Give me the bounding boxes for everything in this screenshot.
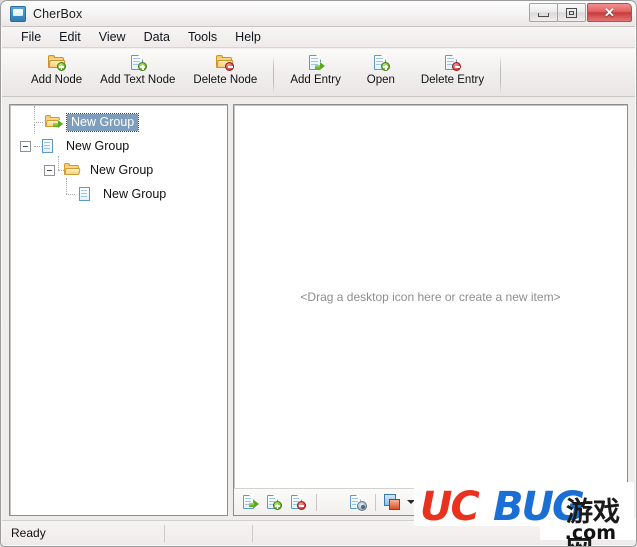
open-folder-button[interactable] xyxy=(322,492,344,513)
resize-grip[interactable] xyxy=(620,530,632,542)
add-entry-button[interactable]: Add Entry xyxy=(281,53,350,86)
document-arrow-icon xyxy=(242,494,259,510)
menu-data[interactable]: Data xyxy=(135,28,179,46)
maximize-button[interactable] xyxy=(557,3,586,22)
delete-entry-label: Delete Entry xyxy=(420,74,485,86)
folder-delete-icon xyxy=(216,54,235,71)
document-icon xyxy=(40,138,57,154)
add-entry-label: Add Entry xyxy=(290,74,341,86)
list-view-button[interactable] xyxy=(416,492,438,513)
entry-panel[interactable]: <Drag a desktop icon here or create a ne… xyxy=(233,104,628,516)
add-text-node-button[interactable]: Add Text Node xyxy=(91,53,184,86)
menu-help[interactable]: Help xyxy=(226,28,270,46)
document-add-icon xyxy=(266,494,283,510)
tree-node-label: New Group xyxy=(90,162,154,177)
add-node-button[interactable]: Add Node xyxy=(22,53,91,86)
window-stack-icon xyxy=(383,494,401,510)
open-label: Open xyxy=(366,74,395,86)
monitor-icon xyxy=(10,5,26,22)
delete-node-label: Delete Node xyxy=(193,74,258,86)
maximize-icon xyxy=(566,7,577,18)
folder-open-icon xyxy=(325,494,342,510)
chevron-down-icon xyxy=(406,500,415,504)
document-arrow-icon xyxy=(307,54,325,71)
entry-toolbar-separator-2 xyxy=(375,493,376,511)
toolbar-separator-1 xyxy=(273,55,275,94)
toolbar-separator-2 xyxy=(500,55,502,94)
status-message: Ready xyxy=(5,524,165,542)
tree-node-label: New Group xyxy=(66,138,130,153)
tree-node-2[interactable]: New Group xyxy=(10,156,227,182)
minimize-icon xyxy=(538,13,549,17)
add-text-node-label: Add Text Node xyxy=(100,74,176,86)
delete-node-button[interactable]: Delete Node xyxy=(184,53,266,86)
add-entry-button[interactable] xyxy=(239,492,261,513)
close-button[interactable]: ✕ xyxy=(587,3,632,22)
close-icon: ✕ xyxy=(604,5,615,20)
tree-node-label: New Group xyxy=(103,186,167,201)
menu-tools[interactable]: Tools xyxy=(179,28,226,46)
list-view-icon xyxy=(419,494,436,510)
window-controls: ✕ xyxy=(529,3,632,22)
entry-toolbar xyxy=(234,488,627,515)
application-window: CherBox ✕ File Edit View Data Tools Help xyxy=(0,0,637,547)
tree-node-1[interactable]: New Group xyxy=(10,124,227,158)
view-mode-dropdown[interactable] xyxy=(405,492,416,513)
node-tree: New Group New Group New Group New Group xyxy=(10,105,227,206)
tree-expander-icon[interactable] xyxy=(44,164,55,176)
minimize-button[interactable] xyxy=(529,3,558,22)
new-entry-button[interactable] xyxy=(263,492,285,513)
tree-node-0[interactable]: New Group xyxy=(10,106,227,134)
main-toolbar: Add Node Add Text Node Delete Node Add E… xyxy=(2,49,635,97)
menu-bar: File Edit View Data Tools Help xyxy=(2,26,635,48)
status-bar: Ready xyxy=(2,520,635,545)
entry-toolbar-separator-1 xyxy=(316,493,317,511)
document-gear-icon xyxy=(349,494,367,511)
menu-file[interactable]: File xyxy=(12,28,50,46)
folder-add-icon xyxy=(47,54,66,71)
menu-edit[interactable]: Edit xyxy=(50,28,90,46)
window-title: CherBox xyxy=(33,6,83,21)
status-secondary xyxy=(168,524,253,542)
folder-arrow-icon xyxy=(45,114,63,130)
tree-node-3[interactable]: New Group xyxy=(10,178,227,206)
open-button[interactable]: Open xyxy=(350,53,412,86)
drop-hint-text: <Drag a desktop icon here or create a ne… xyxy=(300,289,561,304)
title-bar: CherBox ✕ xyxy=(1,1,636,26)
document-delete-icon xyxy=(443,54,462,71)
menu-view[interactable]: View xyxy=(90,28,135,46)
tree-expander-icon[interactable] xyxy=(20,140,31,152)
tree-panel[interactable]: New Group New Group New Group New Group xyxy=(9,104,228,516)
folder-icon xyxy=(64,162,81,178)
add-node-label: Add Node xyxy=(31,74,83,86)
document-icon xyxy=(77,186,94,202)
delete-entry-button[interactable]: Delete Entry xyxy=(412,53,493,86)
content-area: New Group New Group New Group New Group … xyxy=(2,97,635,521)
document-add-icon xyxy=(129,54,147,71)
document-add-icon xyxy=(372,54,390,71)
document-delete-icon xyxy=(290,494,307,510)
delete-entry-button[interactable] xyxy=(287,492,309,513)
entry-properties-button[interactable] xyxy=(346,492,368,513)
view-mode-button[interactable] xyxy=(381,492,403,513)
tree-node-label: New Group xyxy=(65,112,140,132)
